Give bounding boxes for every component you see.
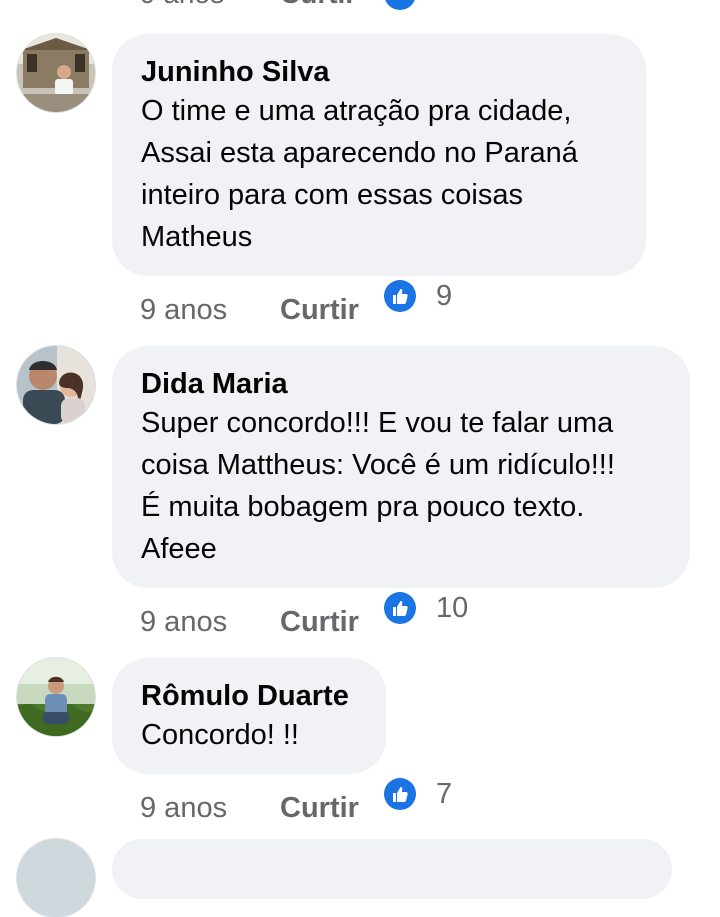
reaction-count: 7 — [436, 778, 453, 810]
comment-author[interactable]: Juninho Silva — [141, 54, 618, 90]
comment-text: Concordo! !! — [141, 719, 299, 751]
like-button[interactable]: Curtir — [280, 606, 384, 639]
previous-comment-actions: 9 anos Curtir — [140, 0, 416, 14]
comment-bubble — [112, 839, 672, 899]
reaction-summary[interactable]: 7 — [384, 772, 452, 816]
comment-actions: 9 anos Curtir 10 — [140, 592, 468, 644]
like-icon — [384, 592, 416, 624]
comment-text: Super concordo!!! E vou te falar uma coi… — [141, 407, 615, 565]
reaction-summary[interactable]: 10 — [384, 586, 468, 630]
comment-time[interactable]: 9 anos — [140, 294, 280, 327]
reaction-summary[interactable]: 9 — [384, 274, 452, 318]
comment-bubble: Juninho Silva O time e uma atração pra c… — [112, 34, 646, 276]
avatar-image — [17, 346, 95, 424]
like-button[interactable]: Curtir — [280, 0, 384, 10]
avatar[interactable] — [17, 346, 95, 424]
avatar[interactable] — [17, 658, 95, 736]
avatar-image — [17, 658, 95, 736]
reaction-count: 10 — [436, 592, 469, 624]
like-button[interactable]: Curtir — [280, 294, 384, 327]
comment-bubble: Rômulo Duarte Concordo! !! — [112, 658, 386, 774]
comment-actions: 9 anos Curtir 7 — [140, 778, 452, 830]
avatar[interactable] — [17, 34, 95, 112]
like-icon — [384, 0, 416, 10]
comment-text: O time e uma atração pra cidade, Assai e… — [141, 95, 578, 253]
like-icon — [384, 280, 416, 312]
like-icon — [384, 778, 416, 810]
comment-bubble: Dida Maria Super concordo!!! E vou te fa… — [112, 346, 690, 588]
reaction-count: 9 — [436, 280, 453, 312]
comment-author[interactable]: Dida Maria — [141, 366, 662, 402]
comment-actions: 9 anos Curtir 9 — [140, 280, 452, 332]
like-button[interactable]: Curtir — [280, 792, 384, 825]
comment-author[interactable]: Rômulo Duarte — [141, 678, 358, 714]
avatar-image — [17, 34, 95, 112]
comment-time[interactable]: 9 anos — [140, 606, 280, 639]
comment-time: 9 anos — [140, 0, 280, 10]
avatar[interactable] — [17, 839, 95, 917]
comment-time[interactable]: 9 anos — [140, 792, 280, 825]
